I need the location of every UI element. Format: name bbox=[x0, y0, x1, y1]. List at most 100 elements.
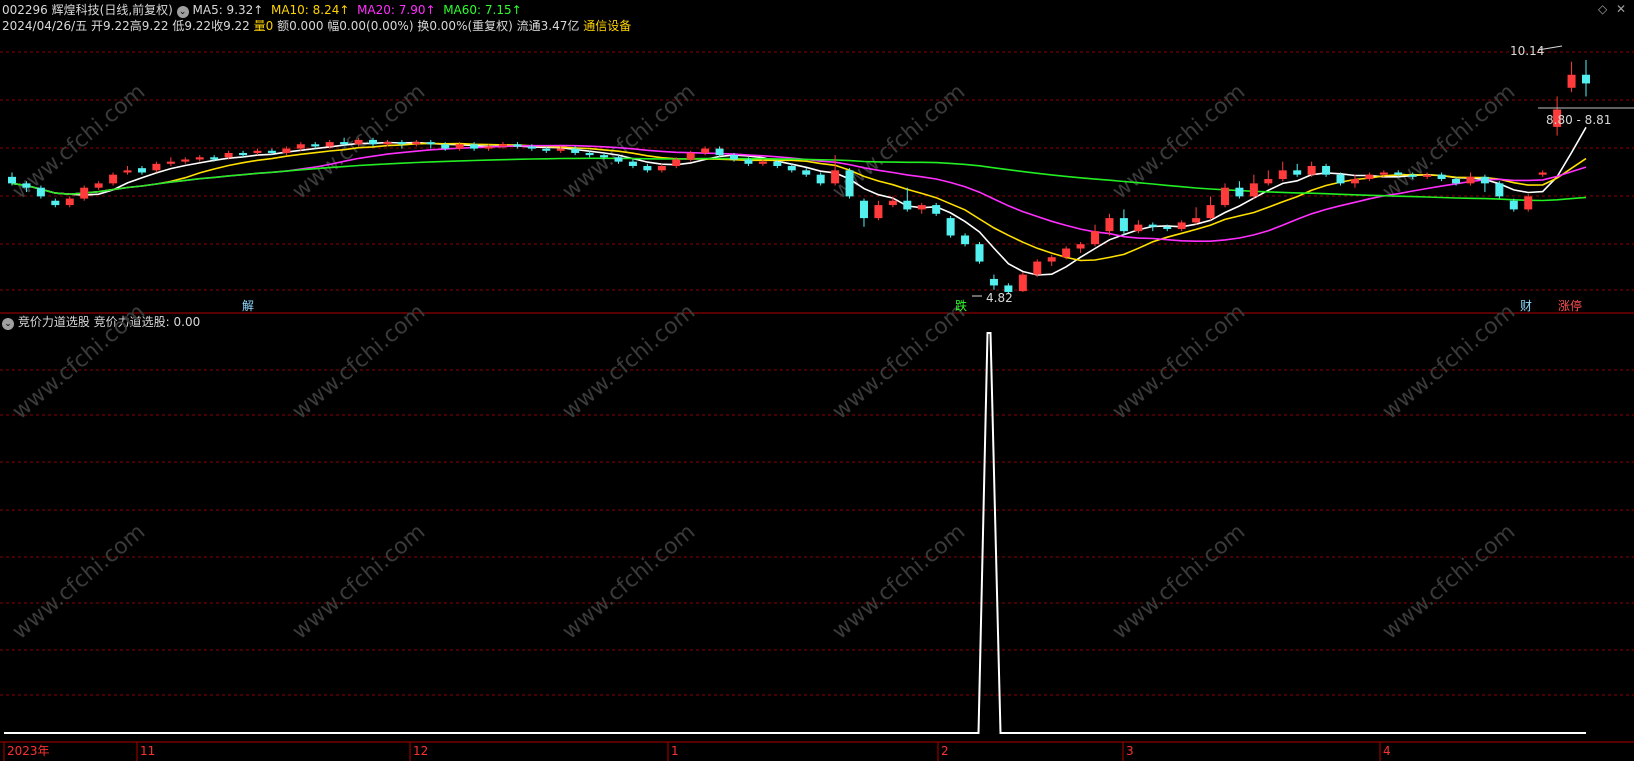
candle-body bbox=[1249, 183, 1258, 197]
candle-body bbox=[845, 170, 854, 197]
candle-body bbox=[152, 163, 161, 171]
candle-body bbox=[571, 148, 580, 153]
price-annotations: 10.14 4.82 8.80 - 8.81 解 跌 财 涨停 bbox=[242, 44, 1634, 313]
candle-body bbox=[239, 152, 248, 156]
candlestick-series bbox=[8, 59, 1590, 295]
candle-body bbox=[224, 152, 233, 158]
candle-body bbox=[715, 148, 724, 156]
candle-body bbox=[975, 244, 984, 262]
candle-body bbox=[946, 218, 955, 236]
axis-tick-label: 11 bbox=[140, 744, 155, 758]
candle-body bbox=[614, 157, 623, 162]
candle-body bbox=[657, 165, 666, 171]
candle-body bbox=[1379, 172, 1388, 175]
axis-tick-label: 2023年 bbox=[7, 744, 50, 758]
candle-body bbox=[556, 148, 565, 151]
candle-body bbox=[137, 168, 146, 173]
watermark-text: www.cfchi.com bbox=[1378, 299, 1520, 424]
candle-body bbox=[585, 152, 594, 156]
high-price-label: 10.14 bbox=[1510, 44, 1544, 58]
candle-body bbox=[1192, 218, 1201, 223]
candle-body bbox=[1076, 244, 1085, 249]
watermark-text: www.cfchi.com bbox=[558, 299, 700, 424]
candle-body bbox=[166, 161, 175, 164]
candle-body bbox=[1394, 172, 1403, 175]
candle-body bbox=[1119, 218, 1128, 232]
jie-marker: 解 bbox=[242, 299, 254, 313]
candle-body bbox=[686, 152, 695, 160]
candle-body bbox=[1018, 274, 1027, 292]
candle-body bbox=[1466, 176, 1475, 184]
candle-body bbox=[441, 144, 450, 149]
candle-body bbox=[195, 157, 204, 160]
candle-body bbox=[354, 139, 363, 145]
candle-body bbox=[1582, 74, 1590, 84]
candle-body bbox=[1365, 174, 1374, 180]
low-price-label: 4.82 bbox=[986, 291, 1013, 305]
ma60-line bbox=[11, 157, 1587, 202]
ma10-line bbox=[11, 142, 1587, 262]
candle-body bbox=[1509, 200, 1518, 210]
moving-average-lines bbox=[11, 126, 1587, 276]
candle-body bbox=[1293, 170, 1302, 175]
ma5-line bbox=[11, 126, 1587, 276]
chart-canvas[interactable]: www.cfchi.com www.cfchi.com www.cfchi.com w… bbox=[0, 0, 1634, 761]
candle-body bbox=[1322, 165, 1331, 175]
indicator-series bbox=[4, 332, 1586, 734]
watermark-text: www.cfchi.com bbox=[1378, 519, 1520, 644]
candle-body bbox=[470, 144, 479, 149]
candle-body bbox=[1033, 261, 1042, 275]
die-marker: 跌 bbox=[955, 298, 967, 313]
candle-body bbox=[210, 157, 219, 160]
candle-body bbox=[628, 161, 637, 166]
candle-body bbox=[1235, 187, 1244, 197]
candle-body bbox=[36, 187, 45, 197]
candle-body bbox=[1163, 226, 1172, 229]
candle-body bbox=[181, 159, 190, 162]
axis-tick-label: 2 bbox=[941, 744, 949, 758]
candle-body bbox=[730, 155, 739, 160]
candle-body bbox=[296, 144, 305, 149]
candle-body bbox=[51, 200, 60, 206]
watermark-text: www.cfchi.com bbox=[1108, 299, 1250, 424]
candle-body bbox=[1220, 187, 1229, 206]
candle-body bbox=[340, 142, 349, 145]
candle-body bbox=[643, 165, 652, 171]
candle-body bbox=[8, 176, 16, 184]
candle-body bbox=[1148, 224, 1157, 227]
candle-body bbox=[426, 142, 435, 145]
axis-tick-label: 1 bbox=[671, 744, 679, 758]
candle-body bbox=[816, 174, 825, 184]
candle-body bbox=[758, 161, 767, 164]
watermark-text: www.cfchi.com bbox=[8, 519, 150, 644]
candle-body bbox=[1091, 231, 1100, 245]
candle-body bbox=[903, 200, 912, 210]
candle-body bbox=[831, 170, 840, 184]
candle-body bbox=[22, 183, 31, 188]
candle-body bbox=[1062, 248, 1071, 258]
range-label: 8.80 - 8.81 bbox=[1546, 113, 1611, 127]
candle-body bbox=[527, 146, 536, 149]
candle-body bbox=[1567, 74, 1576, 88]
candle-body bbox=[94, 183, 103, 188]
candle-body bbox=[1336, 174, 1345, 184]
watermark-text: www.cfchi.com bbox=[558, 519, 700, 644]
watermark-text: www.cfchi.com bbox=[828, 299, 970, 424]
time-axis: 2023年 11 12 1 2 3 4 bbox=[3, 742, 1391, 761]
candle-body bbox=[325, 142, 334, 147]
candle-body bbox=[1495, 183, 1504, 197]
candle-body bbox=[1177, 222, 1186, 229]
candle-body bbox=[989, 278, 998, 286]
watermark-text: www.cfchi.com bbox=[288, 299, 430, 424]
candle-body bbox=[311, 144, 320, 147]
candle-body bbox=[80, 187, 89, 199]
indicator-line bbox=[4, 332, 1586, 734]
watermark-text: www.cfchi.com bbox=[828, 519, 970, 644]
candle-body bbox=[412, 142, 421, 145]
candle-body bbox=[267, 150, 276, 153]
candle-body bbox=[672, 159, 681, 166]
candle-body bbox=[1538, 172, 1547, 175]
candle-body bbox=[282, 148, 291, 153]
candle-body bbox=[455, 144, 464, 149]
candle-body bbox=[1480, 176, 1489, 184]
